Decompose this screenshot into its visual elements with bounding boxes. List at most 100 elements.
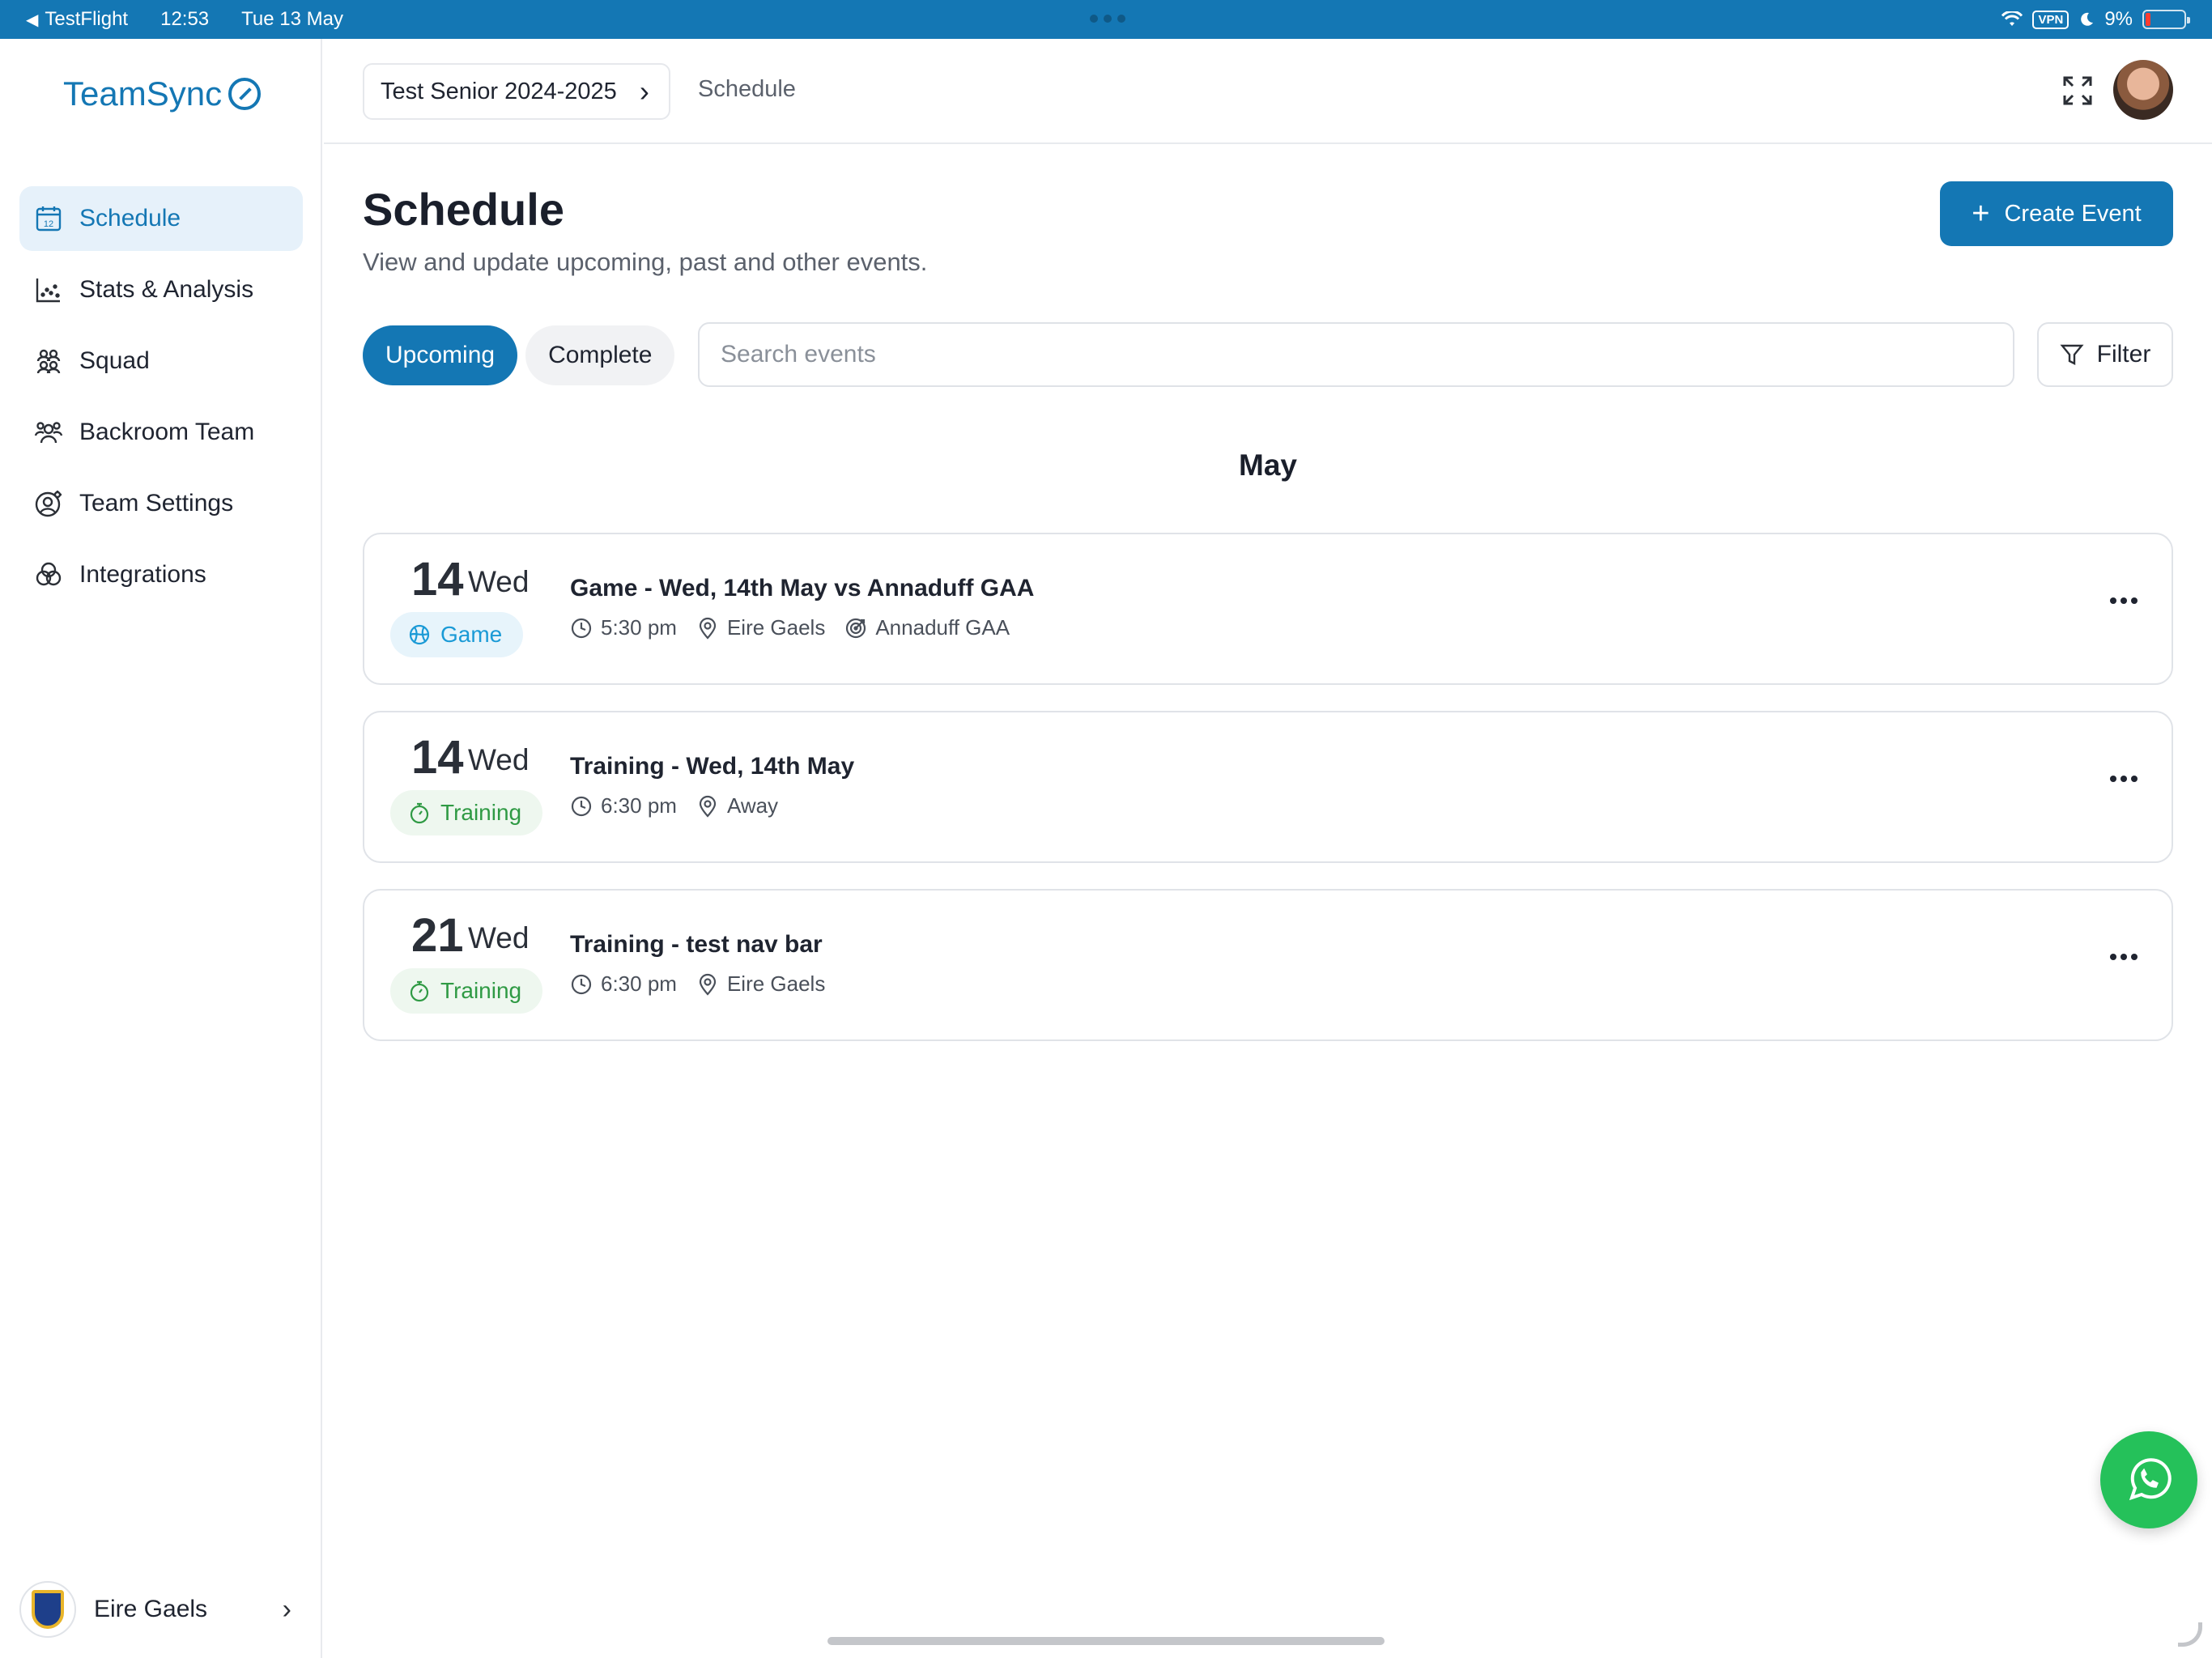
stopwatch-icon <box>410 980 429 1002</box>
target-icon <box>846 618 866 638</box>
create-event-button[interactable]: + Create Event <box>1940 181 2173 246</box>
clock-icon <box>571 618 592 638</box>
tab-upcoming[interactable]: Upcoming <box>363 325 518 385</box>
event-meta: 6:30 pm Eire Gaels <box>570 971 833 997</box>
sidebar-item-label: Schedule <box>79 205 181 232</box>
more-options-icon[interactable] <box>2110 776 2138 782</box>
logo-mark-icon <box>228 78 262 110</box>
sidebar-item-integrations[interactable]: Integrations <box>19 542 303 607</box>
whatsapp-icon <box>2129 1458 2172 1501</box>
event-card[interactable]: 21 Wed Training Training - test nav bar … <box>363 889 2173 1041</box>
top-bar: Test Senior 2024-2025 › Schedule <box>324 39 2212 144</box>
sidebar-item-label: Backroom Team <box>79 419 255 445</box>
event-day: 14 <box>411 731 464 784</box>
location-pin-icon <box>699 973 717 996</box>
sidebar-item-squad[interactable]: Squad <box>19 329 303 393</box>
chevron-right-icon: › <box>639 74 649 108</box>
event-day: 21 <box>411 909 464 962</box>
user-gear-icon <box>35 491 62 517</box>
sidebar-nav: 12 Schedule Stats & Analysis Squad Backr… <box>19 186 303 614</box>
event-title: Game - Wed, 14th May vs Annaduff GAA <box>570 575 1035 602</box>
sidebar: TeamSync 12 Schedule Stats & Analysis Sq… <box>0 39 322 1658</box>
more-options-icon[interactable] <box>2110 597 2138 604</box>
team-switcher[interactable]: Eire Gaels › <box>19 1577 303 1642</box>
event-weekday: Wed <box>468 565 530 598</box>
breadcrumb-page: Schedule <box>698 76 796 102</box>
sidebar-item-label: Integrations <box>79 561 206 588</box>
location-pin-icon <box>699 795 717 818</box>
fullscreen-icon[interactable] <box>2061 74 2094 107</box>
sidebar-item-team-settings[interactable]: Team Settings <box>19 471 303 536</box>
more-options-icon[interactable] <box>2110 954 2138 960</box>
event-day: 14 <box>411 553 464 606</box>
status-bar: ◀ TestFlight 12:53 Tue 13 May VPN 9% <box>0 0 2212 39</box>
stopwatch-icon <box>410 802 429 824</box>
plus-icon: + <box>1972 197 1990 231</box>
people-icon <box>34 422 63 444</box>
wifi-icon <box>2001 11 2023 26</box>
battery-icon <box>2142 10 2190 29</box>
status-time: 12:53 <box>160 8 210 30</box>
event-time: 5:30 pm <box>601 615 677 640</box>
whatsapp-button[interactable] <box>2100 1431 2197 1528</box>
event-opponent: Annaduff GAA <box>875 615 1010 640</box>
filter-icon <box>2060 344 2084 365</box>
event-meta: 6:30 pm Away <box>570 793 786 818</box>
create-event-label: Create Event <box>2004 200 2142 227</box>
event-type-label: Training <box>440 978 522 1003</box>
svg-text:12: 12 <box>44 219 53 229</box>
page-title: Schedule <box>363 184 564 235</box>
team-breadcrumb[interactable]: Test Senior 2024-2025 › <box>363 63 670 120</box>
event-type-label: Training <box>440 800 522 825</box>
search-input[interactable] <box>698 322 2014 387</box>
clock-icon <box>571 796 592 816</box>
filter-label: Filter <box>2096 341 2151 368</box>
circles-icon <box>36 562 62 586</box>
event-weekday: Wed <box>468 921 530 954</box>
event-title: Training - test nav bar <box>570 931 823 958</box>
event-card[interactable]: 14 Wed Game Game - Wed, 14th May vs Anna… <box>363 533 2173 685</box>
logo-text: TeamSync <box>63 74 223 113</box>
clock-icon <box>571 974 592 994</box>
window-resize-handle[interactable] <box>2178 1622 2202 1647</box>
breadcrumb-team: Test Senior 2024-2025 <box>381 78 617 104</box>
sidebar-item-label: Squad <box>79 347 150 374</box>
tab-complete[interactable]: Complete <box>525 325 675 385</box>
squad-icon <box>36 349 61 374</box>
location-pin-icon <box>699 617 717 640</box>
event-location: Away <box>726 793 779 818</box>
home-indicator[interactable] <box>827 1637 1385 1645</box>
sidebar-item-stats[interactable]: Stats & Analysis <box>19 257 303 322</box>
event-title: Training - Wed, 14th May <box>570 753 855 780</box>
multitask-dots[interactable] <box>1090 15 1125 23</box>
moon-icon <box>2081 12 2094 26</box>
event-card[interactable]: 14 Wed Training Training - Wed, 14th May… <box>363 711 2173 863</box>
event-time: 6:30 pm <box>601 793 677 818</box>
chart-icon <box>36 278 60 303</box>
vpn-badge: VPN <box>2032 10 2069 29</box>
sidebar-item-backroom-team[interactable]: Backroom Team <box>19 400 303 465</box>
event-tabs: Upcoming Complete <box>363 325 675 385</box>
user-avatar[interactable] <box>2113 60 2173 120</box>
calendar-icon: 12 <box>36 206 62 232</box>
page-subtitle: View and update upcoming, past and other… <box>363 248 928 276</box>
filter-button[interactable]: Filter <box>2037 322 2173 387</box>
event-time: 6:30 pm <box>601 971 677 996</box>
event-type-badge: Training <box>390 968 543 1014</box>
team-name: Eire Gaels <box>94 1596 208 1622</box>
app-logo[interactable]: TeamSync <box>63 74 262 113</box>
back-app-label[interactable]: TestFlight <box>45 8 128 31</box>
month-heading: May <box>1239 449 1297 482</box>
battery-percent: 9% <box>2104 8 2133 30</box>
sidebar-item-label: Team Settings <box>79 490 234 517</box>
event-location: Eire Gaels <box>726 971 826 996</box>
event-weekday: Wed <box>468 743 530 776</box>
sidebar-item-schedule[interactable]: 12 Schedule <box>19 186 303 251</box>
event-meta: 5:30 pm Eire Gaels Annaduff GAA <box>570 615 1018 640</box>
team-crest-icon <box>19 1581 76 1638</box>
ball-icon <box>409 624 430 645</box>
event-type-badge: Game <box>390 612 524 657</box>
event-type-label: Game <box>440 622 503 647</box>
back-arrow-icon[interactable]: ◀ <box>26 10 38 30</box>
status-date: Tue 13 May <box>241 8 343 30</box>
